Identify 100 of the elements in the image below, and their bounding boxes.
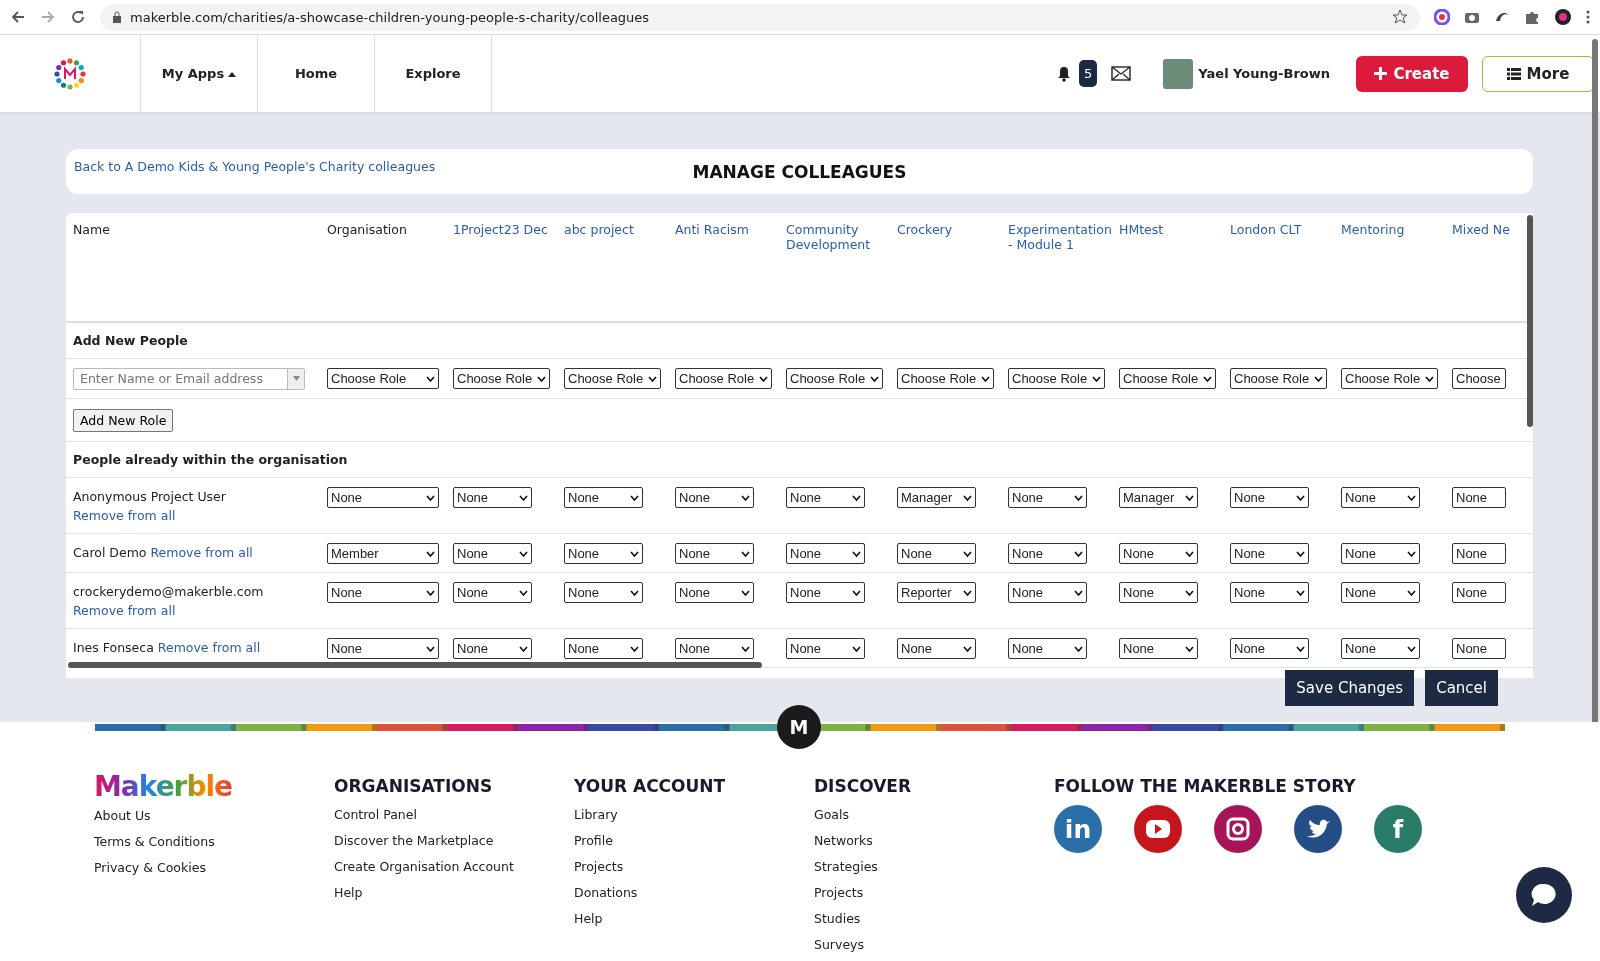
role-select[interactable]: None <box>786 582 865 603</box>
column-header[interactable]: Mixed Ne <box>1452 222 1510 237</box>
role-select[interactable]: None <box>1341 487 1420 508</box>
remove-from-all-link[interactable]: Remove from all <box>157 640 261 655</box>
footer-link[interactable]: Library <box>574 805 618 831</box>
role-select[interactable]: None <box>675 638 754 659</box>
role-select[interactable]: None <box>564 582 643 603</box>
role-select[interactable]: Choose Role <box>675 368 772 389</box>
notification-count[interactable]: 5 <box>1079 60 1098 87</box>
footer-link[interactable]: Studies <box>814 909 861 935</box>
role-select[interactable]: Choose Role <box>1230 368 1327 389</box>
add-new-role-button[interactable]: Add New Role <box>73 408 174 432</box>
back-link[interactable]: Back to A Demo Kids & Young People's Charity colleagues <box>74 159 693 174</box>
footer-link[interactable]: Control Panel <box>334 805 417 831</box>
create-button[interactable]: Create <box>1356 55 1468 92</box>
role-select[interactable]: None <box>1452 543 1506 564</box>
column-header[interactable]: Community Development <box>786 222 895 252</box>
footer-link[interactable]: Networks <box>814 831 873 857</box>
footer-link[interactable]: Projects <box>814 883 864 909</box>
column-header[interactable]: London CLT <box>1230 222 1302 237</box>
role-select[interactable]: None <box>1230 582 1309 603</box>
role-select[interactable]: None <box>1119 582 1198 603</box>
nav-link[interactable]: My Apps <box>141 35 258 112</box>
column-header[interactable]: Anti Racism <box>675 222 749 237</box>
role-select[interactable]: Manager <box>897 487 976 508</box>
column-header[interactable]: HMtest <box>1119 222 1164 237</box>
column-header[interactable]: abc project <box>564 222 634 237</box>
role-select[interactable]: None <box>675 487 754 508</box>
role-select[interactable]: None <box>786 543 865 564</box>
role-select[interactable]: None <box>786 487 865 508</box>
nav-link[interactable]: Explore <box>375 35 492 112</box>
role-select[interactable]: Manager <box>1119 487 1198 508</box>
facebook-icon[interactable]: f <box>1374 805 1422 853</box>
role-select[interactable]: Choose Role <box>564 368 661 389</box>
role-select[interactable]: None <box>1119 638 1198 659</box>
role-select[interactable]: Choose Role <box>1341 368 1438 389</box>
more-button[interactable]: More <box>1482 55 1594 92</box>
role-select[interactable]: Choose Role <box>327 368 439 389</box>
role-select[interactable]: None <box>897 543 976 564</box>
role-select[interactable]: None <box>453 487 532 508</box>
role-select[interactable]: Member <box>327 543 439 564</box>
role-select[interactable]: None <box>453 638 532 659</box>
role-select[interactable]: None <box>327 487 439 508</box>
logo-icon[interactable] <box>54 57 86 90</box>
remove-from-all-link[interactable]: Remove from all <box>73 603 176 618</box>
role-select[interactable]: Choose Role <box>897 368 994 389</box>
name-search-field[interactable]: Enter Name or Email address <box>73 367 305 390</box>
role-select[interactable]: None <box>1452 638 1506 659</box>
role-select[interactable]: Reporter <box>897 582 976 603</box>
footer-link[interactable]: Terms & Conditions <box>94 832 215 858</box>
horizontal-scrollbar[interactable] <box>68 662 762 668</box>
role-select[interactable]: None <box>564 543 643 564</box>
bell-icon[interactable] <box>1057 65 1072 82</box>
remove-from-all-link[interactable]: Remove from all <box>73 508 176 523</box>
role-select[interactable]: None <box>1452 487 1506 508</box>
save-changes-button[interactable]: Save Changes <box>1285 670 1415 706</box>
footer-link[interactable]: Privacy & Cookies <box>94 858 206 884</box>
cancel-button[interactable]: Cancel <box>1425 670 1498 706</box>
role-select[interactable]: None <box>1119 543 1198 564</box>
address-bar[interactable]: makerble.com/charities/a-showcase-children-young-people-s-charity/colleagues <box>100 3 1420 31</box>
role-select[interactable]: None <box>327 638 439 659</box>
role-select[interactable]: None <box>1008 582 1087 603</box>
role-select[interactable]: None <box>1452 582 1506 603</box>
star-icon[interactable] <box>1392 9 1408 25</box>
footer-link[interactable]: Surveys <box>814 935 864 961</box>
avatar-icon[interactable] <box>1554 8 1572 26</box>
role-select[interactable]: Choose Role <box>1119 368 1216 389</box>
role-select[interactable]: None <box>675 582 754 603</box>
user-menu[interactable]: Yael Young-Brown <box>1163 58 1330 89</box>
footer-link[interactable]: Strategies <box>814 857 878 883</box>
nav-link[interactable]: Home <box>258 35 375 112</box>
footer-link[interactable]: Create Organisation Account <box>334 857 514 883</box>
footer-link[interactable]: Help <box>334 883 363 909</box>
role-select[interactable]: Choose Role <box>1008 368 1105 389</box>
role-select[interactable]: None <box>1230 543 1309 564</box>
footer-link[interactable]: About Us <box>94 806 151 832</box>
role-select[interactable]: None <box>1230 487 1309 508</box>
column-header[interactable]: Experimentation - Module 1 <box>1008 222 1117 252</box>
youtube-icon[interactable] <box>1134 805 1182 853</box>
role-select[interactable]: None <box>453 543 532 564</box>
role-select[interactable]: None <box>564 638 643 659</box>
chat-button[interactable] <box>1516 867 1572 923</box>
linkedin-icon[interactable]: in <box>1054 805 1102 853</box>
column-header[interactable]: Mentoring <box>1341 222 1405 237</box>
role-select[interactable]: Choose <box>1452 368 1506 389</box>
role-select[interactable]: None <box>1230 638 1309 659</box>
remove-from-all-link[interactable]: Remove from all <box>150 545 253 560</box>
role-select[interactable]: None <box>1008 487 1087 508</box>
footer-link[interactable]: Donations <box>574 883 638 909</box>
role-select[interactable]: None <box>675 543 754 564</box>
role-select[interactable]: Choose Role <box>786 368 883 389</box>
role-select[interactable]: None <box>564 487 643 508</box>
kebab-menu-icon[interactable] <box>1586 9 1590 25</box>
mail-icon[interactable] <box>1111 66 1132 81</box>
role-select[interactable]: None <box>327 582 439 603</box>
twitter-icon[interactable] <box>1294 805 1342 853</box>
footer-link[interactable]: Goals <box>814 805 849 831</box>
puzzle-icon[interactable] <box>1524 9 1540 25</box>
role-select[interactable]: None <box>1008 638 1087 659</box>
role-select[interactable]: None <box>1341 543 1420 564</box>
